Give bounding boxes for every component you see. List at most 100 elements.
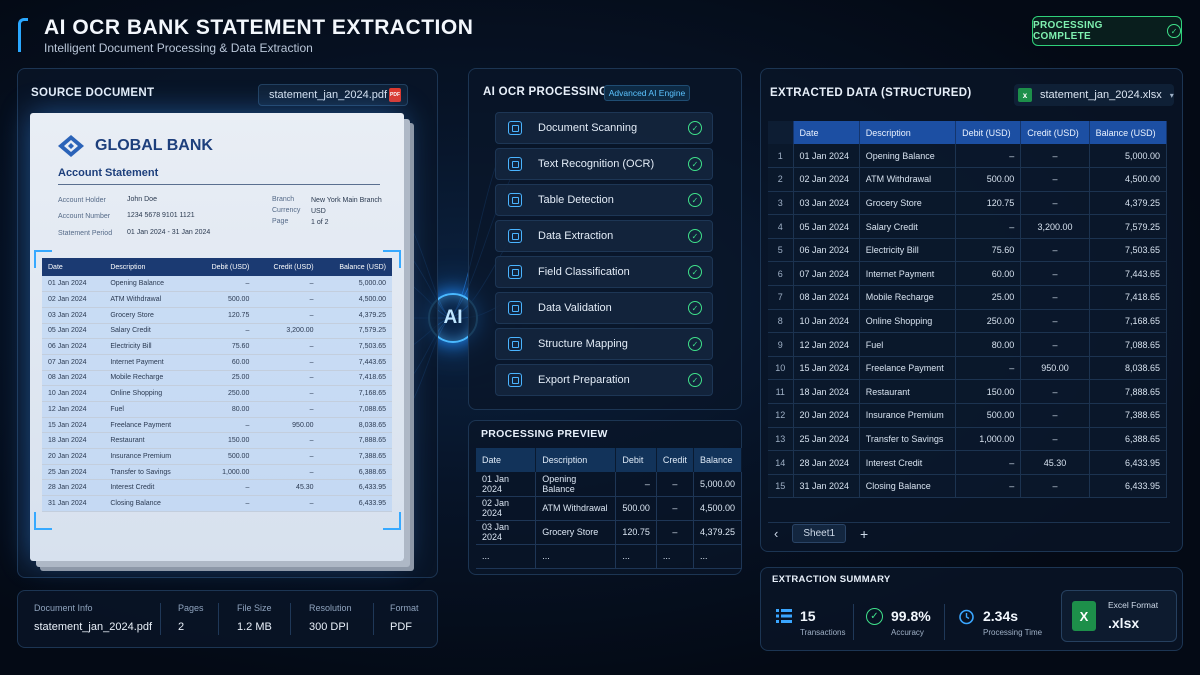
spreadsheet-cell[interactable]: 7,888.65 xyxy=(1089,379,1168,405)
table-row: 12 Jan 2024 Fuel 80.00–7,088.65 xyxy=(42,401,392,418)
spreadsheet-cell[interactable]: 25 Jan 2024 xyxy=(793,427,860,452)
spreadsheet-cell[interactable]: Closing Balance xyxy=(859,474,957,499)
format-label: Excel Format xyxy=(1108,600,1159,610)
spreadsheet-cell[interactable]: 6,433.95 xyxy=(1089,474,1168,499)
row-number: 6 xyxy=(768,261,794,287)
spreadsheet-cell[interactable]: – xyxy=(955,356,1022,381)
column-header[interactable]: Debit (USD) xyxy=(955,121,1022,144)
processing-step: Structure Mapping ✓ xyxy=(495,328,713,360)
spreadsheet-cell[interactable]: 12 Jan 2024 xyxy=(793,332,860,357)
excel-file-dropdown[interactable]: x statement_jan_2024.xlsx ▾ xyxy=(1014,84,1174,106)
spreadsheet-cell[interactable]: Internet Payment xyxy=(859,261,957,287)
spreadsheet-cell[interactable]: 7,088.65 xyxy=(1089,332,1168,357)
spreadsheet-cell[interactable]: 02 Jan 2024 xyxy=(793,167,860,192)
spreadsheet-cell[interactable]: – xyxy=(955,214,1022,239)
spreadsheet-cell[interactable]: 20 Jan 2024 xyxy=(793,403,860,428)
spreadsheet-cell[interactable]: Freelance Payment xyxy=(859,356,957,381)
spreadsheet-cell[interactable]: 6,388.65 xyxy=(1089,427,1168,452)
prev-sheet-button[interactable]: ‹ xyxy=(774,526,778,541)
table-cell: 05 Jan 2024 xyxy=(42,323,105,340)
spreadsheet-cell[interactable]: 7,168.65 xyxy=(1089,309,1168,334)
step-label: Field Classification xyxy=(538,266,630,278)
spreadsheet-cell[interactable]: – xyxy=(1020,309,1090,334)
spreadsheet-cell[interactable]: 120.75 xyxy=(955,191,1022,216)
column-header[interactable]: Date xyxy=(793,121,860,144)
spreadsheet-cell[interactable]: 8,038.65 xyxy=(1089,356,1168,381)
spreadsheet-cell[interactable]: 25.00 xyxy=(955,285,1022,310)
spreadsheet-cell[interactable]: 1,000.00 xyxy=(955,427,1022,452)
spreadsheet-cell[interactable]: – xyxy=(1020,191,1090,216)
spreadsheet-cell[interactable]: 5,000.00 xyxy=(1089,144,1168,169)
spreadsheet-cell[interactable]: 75.60 xyxy=(955,238,1022,263)
spreadsheet-cell[interactable]: 7,388.65 xyxy=(1089,403,1168,428)
spreadsheet-cell[interactable]: 7,503.65 xyxy=(1089,238,1168,263)
spreadsheet-cell[interactable]: 10 Jan 2024 xyxy=(793,309,860,334)
spreadsheet-cell[interactable]: ATM Withdrawal xyxy=(859,167,957,192)
spreadsheet-cell[interactable]: – xyxy=(1020,403,1090,428)
spreadsheet-grid[interactable]: Date Description Debit (USD) Credit (USD… xyxy=(768,121,1168,499)
spreadsheet-cell[interactable]: – xyxy=(1020,427,1090,452)
doc-info-format: Format PDF xyxy=(390,603,419,633)
spreadsheet-cell[interactable]: 05 Jan 2024 xyxy=(793,214,860,239)
spreadsheet-cell[interactable]: Opening Balance xyxy=(859,144,957,169)
column-header[interactable]: Credit (USD) xyxy=(1020,121,1090,144)
spreadsheet-cell[interactable]: 80.00 xyxy=(955,332,1022,357)
spreadsheet-cell[interactable]: – xyxy=(1020,144,1090,169)
spreadsheet-cell[interactable]: 03 Jan 2024 xyxy=(793,191,860,216)
spreadsheet-cell[interactable]: 06 Jan 2024 xyxy=(793,238,860,263)
spreadsheet-cell[interactable]: Online Shopping xyxy=(859,309,957,334)
spreadsheet-cell[interactable]: Insurance Premium xyxy=(859,403,957,428)
spreadsheet-cell[interactable]: – xyxy=(955,474,1022,499)
column-header[interactable]: Description xyxy=(859,121,957,144)
spreadsheet-cell[interactable]: Interest Credit xyxy=(859,450,957,475)
spreadsheet-cell[interactable]: 7,579.25 xyxy=(1089,214,1168,239)
spreadsheet-cell[interactable]: 15 Jan 2024 xyxy=(793,356,860,381)
spreadsheet-cell[interactable]: – xyxy=(1020,332,1090,357)
spreadsheet-cell[interactable]: Transfer to Savings xyxy=(859,427,957,452)
spreadsheet-cell[interactable]: 31 Jan 2024 xyxy=(793,474,860,499)
spreadsheet-row: 1 01 Jan 2024 Opening Balance – –5,000.00 xyxy=(768,144,1168,169)
spreadsheet-cell[interactable]: – xyxy=(1020,285,1090,310)
add-sheet-button[interactable]: + xyxy=(860,526,868,542)
spreadsheet-cell[interactable]: Restaurant xyxy=(859,379,957,405)
spreadsheet-cell[interactable]: Mobile Recharge xyxy=(859,285,957,310)
spreadsheet-cell[interactable]: Electricity Bill xyxy=(859,238,957,263)
table-cell: – xyxy=(194,323,256,340)
spreadsheet-cell[interactable]: 45.30 xyxy=(1020,450,1090,475)
spreadsheet-cell[interactable]: – xyxy=(955,450,1022,475)
spreadsheet-cell[interactable]: 4,500.00 xyxy=(1089,167,1168,192)
spreadsheet-cell[interactable]: Fuel xyxy=(859,332,957,357)
spreadsheet-cell[interactable]: 3,200.00 xyxy=(1020,214,1090,239)
processing-step: Data Validation ✓ xyxy=(495,292,713,324)
spreadsheet-cell[interactable]: 01 Jan 2024 xyxy=(793,144,860,169)
spreadsheet-cell[interactable]: – xyxy=(1020,238,1090,263)
spreadsheet-cell[interactable]: 28 Jan 2024 xyxy=(793,450,860,475)
spreadsheet-cell[interactable]: 6,433.95 xyxy=(1089,450,1168,475)
spreadsheet-cell[interactable]: Grocery Store xyxy=(859,191,957,216)
column-header[interactable]: Balance (USD) xyxy=(1089,121,1168,144)
spreadsheet-row: 14 28 Jan 2024 Interest Credit –45.30 6,433.… xyxy=(768,450,1168,475)
spreadsheet-cell[interactable]: 08 Jan 2024 xyxy=(793,285,860,310)
spreadsheet-cell[interactable]: 4,379.25 xyxy=(1089,191,1168,216)
spreadsheet-cell[interactable]: 500.00 xyxy=(955,167,1022,192)
source-file-chip[interactable]: statement_jan_2024.pdf PDF xyxy=(258,84,408,106)
sheet-tab[interactable]: Sheet1 xyxy=(792,524,847,543)
spreadsheet-cell[interactable]: Salary Credit xyxy=(859,214,957,239)
source-file-name: statement_jan_2024.pdf xyxy=(269,89,388,101)
spreadsheet-cell[interactable]: – xyxy=(1020,474,1090,499)
spreadsheet-cell[interactable]: 07 Jan 2024 xyxy=(793,261,860,287)
spreadsheet-cell[interactable]: – xyxy=(955,144,1022,169)
spreadsheet-cell[interactable]: 150.00 xyxy=(955,379,1022,405)
spreadsheet-cell[interactable]: 7,418.65 xyxy=(1089,285,1168,310)
spreadsheet-cell[interactable]: – xyxy=(1020,261,1090,287)
spreadsheet-cell[interactable]: – xyxy=(1020,379,1090,405)
table-cell: 31 Jan 2024 xyxy=(42,495,105,512)
spreadsheet-cell[interactable]: 7,443.65 xyxy=(1089,261,1168,287)
spreadsheet-cell[interactable]: 950.00 xyxy=(1020,356,1090,381)
spreadsheet-cell[interactable]: 250.00 xyxy=(955,309,1022,334)
header-accent xyxy=(18,18,28,52)
spreadsheet-cell[interactable]: 18 Jan 2024 xyxy=(793,379,860,405)
spreadsheet-cell[interactable]: 60.00 xyxy=(955,261,1022,287)
spreadsheet-cell[interactable]: – xyxy=(1020,167,1090,192)
spreadsheet-cell[interactable]: 500.00 xyxy=(955,403,1022,428)
